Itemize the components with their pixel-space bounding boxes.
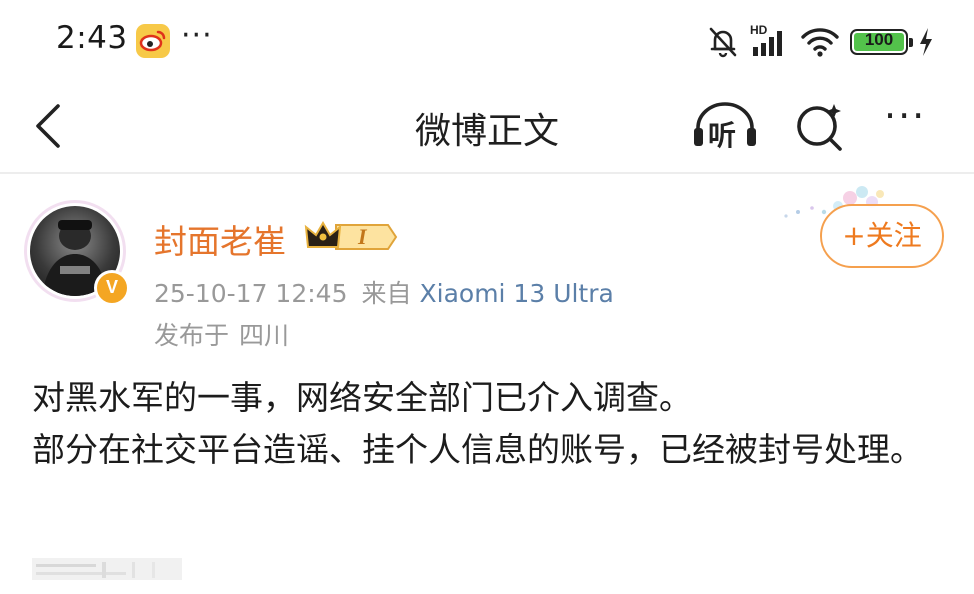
charging-icon <box>920 28 932 56</box>
location-label: 发布于 <box>154 321 230 350</box>
status-time: 2:43 <box>56 20 128 56</box>
post-content: 对黑水军的一事，网络安全部门已介入调查。 部分在社交平台造谣、挂个人信息的账号，… <box>32 372 932 476</box>
wifi-icon <box>801 28 839 57</box>
post-paragraph: 对黑水军的一事，网络安全部门已介入调查。 <box>32 378 692 417</box>
post-device[interactable]: Xiaomi 13 Ultra <box>420 279 614 308</box>
verified-badge: V <box>94 270 130 306</box>
follow-button[interactable]: +关注 <box>820 204 944 268</box>
member-crown-badge[interactable]: I <box>304 219 398 255</box>
search-icon[interactable] <box>792 98 848 154</box>
member-level-label: I <box>358 224 367 249</box>
nav-bar: 微博正文 听 ··· <box>0 82 974 172</box>
mute-bell-icon <box>709 27 737 58</box>
post-meta: 25-10-17 12:45 来自 Xiaomi 13 Ultra <box>154 274 614 310</box>
listen-label: 听 <box>708 119 737 152</box>
battery-percent: 100 <box>864 30 894 49</box>
battery-tip <box>909 38 913 47</box>
weibo-app-icon <box>136 24 170 58</box>
post-paragraph: 部分在社交平台造谣、挂个人信息的账号，已经被封号处理。 <box>32 430 923 469</box>
post-date: 25-10-17 12:45 <box>154 279 348 308</box>
from-label: 来自 <box>361 279 412 308</box>
battery-icon: 100 <box>850 29 913 55</box>
location-value: 四川 <box>239 321 290 350</box>
status-more-dots: ··· <box>181 18 213 53</box>
author-avatar[interactable]: V <box>24 200 130 306</box>
status-bar: 2:43 ··· HD 100 <box>0 0 974 82</box>
signal-icon <box>753 31 782 56</box>
status-indicators: HD 100 <box>706 22 934 62</box>
nav-divider <box>0 172 974 174</box>
author-name[interactable]: 封面老崔 <box>154 215 286 263</box>
crown-icon <box>304 221 398 250</box>
more-icon[interactable]: ··· <box>884 94 926 138</box>
post-location: 发布于 四川 <box>154 316 289 352</box>
cellular-signal: HD <box>750 23 790 59</box>
listen-button[interactable]: 听 <box>690 98 760 154</box>
blurred-content-placeholder <box>32 558 182 580</box>
